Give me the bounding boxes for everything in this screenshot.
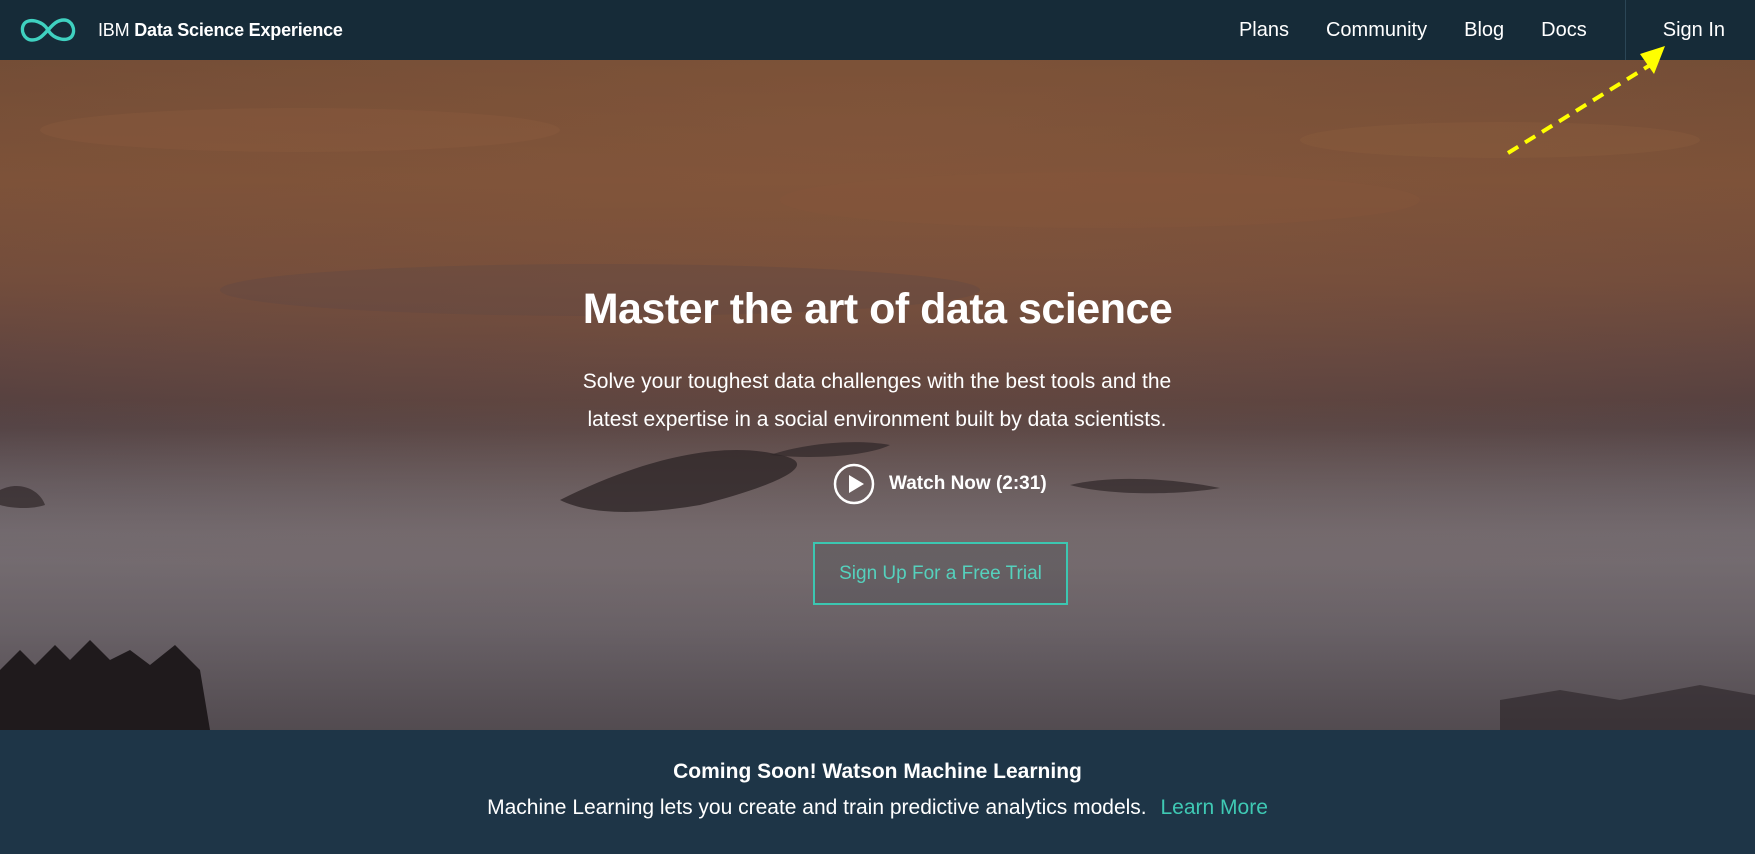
nav-docs-link[interactable]: Docs (1541, 19, 1587, 42)
free-trial-signup-button[interactable]: Sign Up For a Free Trial (813, 542, 1068, 605)
nav-plans-link[interactable]: Plans (1239, 19, 1289, 42)
brand-name: Data Science Experience (134, 19, 343, 40)
play-circle-icon (833, 463, 875, 505)
nav-blog-link[interactable]: Blog (1464, 19, 1504, 42)
sign-in-link[interactable]: Sign In (1626, 19, 1755, 42)
brand-prefix: IBM (98, 19, 130, 40)
hero-subhead: Solve your toughest data challenges with… (582, 370, 1172, 431)
watch-video-button[interactable]: Watch Now (2:31) (833, 462, 1047, 506)
announcement-banner: Coming Soon! Watson Machine Learning Mac… (0, 730, 1755, 854)
infinity-logo-icon (20, 18, 76, 42)
banner-title: Coming Soon! Watson Machine Learning (673, 760, 1082, 783)
dashed-arrow-annotation (1506, 46, 1665, 155)
hero-headline: Master the art of data science (582, 285, 1173, 333)
watch-video-label: Watch Now (2:31) (889, 473, 1047, 494)
banner-text-line: Machine Learning lets you create and tra… (0, 796, 1755, 820)
brand[interactable]: IBM Data Science Experience (16, 14, 343, 46)
nav-community-link[interactable]: Community (1326, 19, 1427, 42)
brand-title: IBM Data Science Experience (98, 20, 343, 41)
banner-text: Machine Learning lets you create and tra… (487, 796, 1147, 819)
learn-more-link[interactable]: Learn More (1160, 796, 1267, 819)
